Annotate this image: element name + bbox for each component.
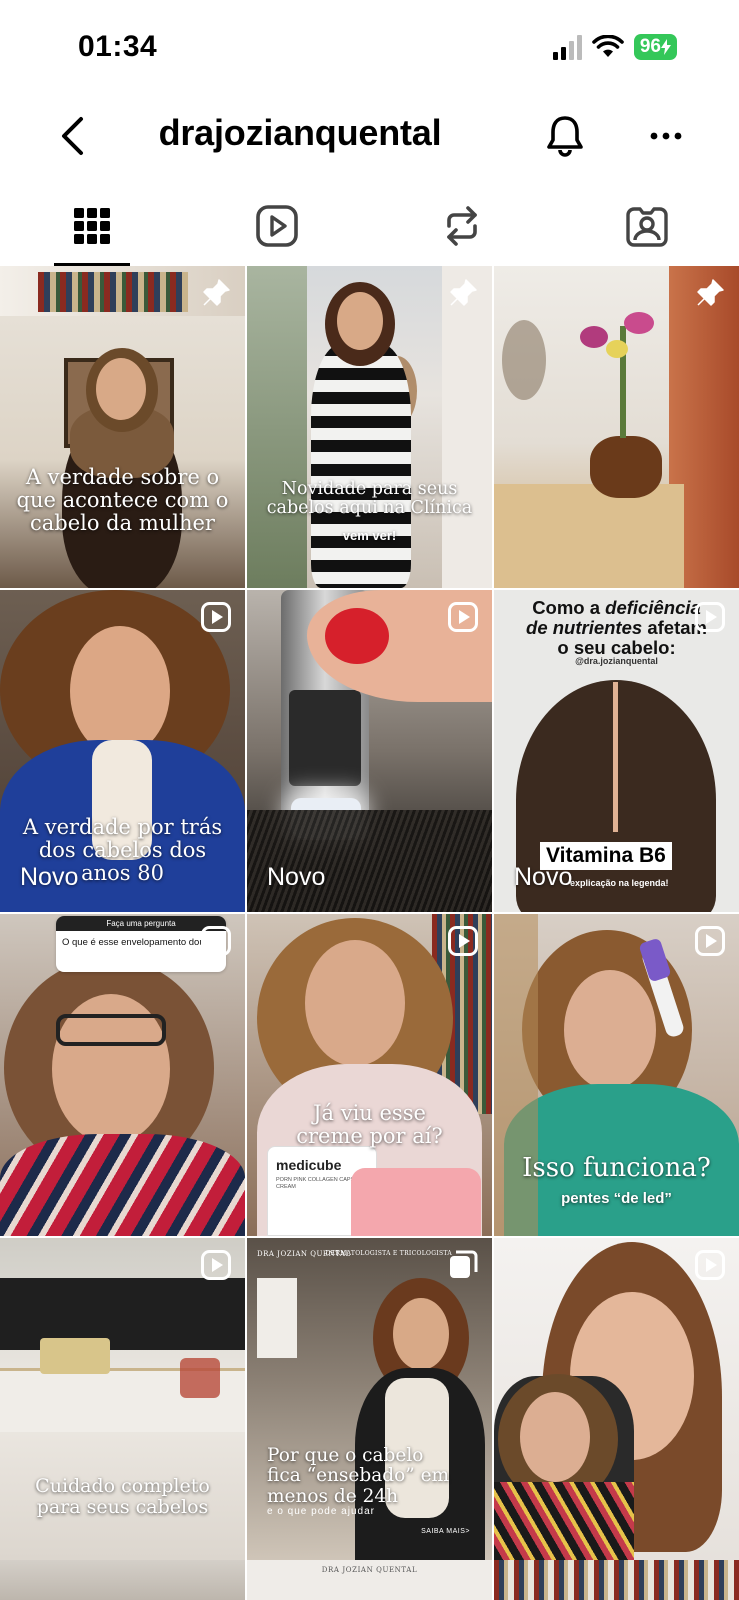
- tab-tagged[interactable]: [554, 186, 739, 266]
- post-tile[interactable]: medicube PORN PINK COLLAGEN CAPSULE CREA…: [247, 914, 492, 1236]
- tag-note: explicação na legenda!: [570, 878, 669, 888]
- reels-icon: [256, 205, 298, 247]
- post-tile[interactable]: Novo: [247, 590, 492, 912]
- post-tile[interactable]: Faça uma pergunta O que é esse envelopam…: [0, 914, 245, 1236]
- wifi-icon: [592, 35, 624, 57]
- brand-text: DRA JOZIAN QUENTAL: [321, 1566, 418, 1574]
- post-caption: Isso funciona?: [522, 1153, 711, 1183]
- posts-grid: A verdade sobre o que acontece com o cab…: [0, 266, 739, 1560]
- status-time: 01:34: [78, 30, 158, 63]
- reel-play-icon: [448, 926, 478, 956]
- next-row-peek: DRA JOZIAN QUENTAL: [0, 1560, 739, 1600]
- profile-header: drajozianquental: [0, 100, 739, 176]
- reel-play-icon: [201, 602, 231, 632]
- new-label: Novo: [514, 863, 573, 891]
- more-options-button[interactable]: [644, 112, 688, 160]
- reel-play-icon: [695, 926, 725, 956]
- reel-play-icon: [695, 602, 725, 632]
- tab-reposts[interactable]: [370, 186, 555, 266]
- post-handle: @dra.jozianquental: [575, 656, 658, 666]
- post-caption: Já viu esse creme por aí?: [296, 1101, 443, 1149]
- post-tile-partial[interactable]: [494, 1560, 739, 1600]
- tagged-icon: [625, 207, 668, 247]
- post-subcaption: vem ver!: [342, 528, 397, 543]
- reel-play-icon: [695, 1250, 725, 1280]
- status-icons: 96: [552, 34, 677, 60]
- post-caption: Novidade para seus cabelos aqui na Clíni…: [266, 479, 473, 519]
- reel-play-icon: [201, 926, 231, 956]
- new-label: Novo: [20, 863, 79, 891]
- pin-icon: [697, 279, 724, 306]
- post-tile[interactable]: [494, 266, 739, 588]
- cellular-signal-icon: [552, 34, 582, 60]
- notifications-button[interactable]: [542, 112, 588, 160]
- post-caption: Por que o cabelo fica “ensebado” em meno…: [267, 1445, 450, 1507]
- bell-icon: [547, 116, 583, 157]
- post-tile[interactable]: Novidade para seus cabelos aqui na Clíni…: [247, 266, 492, 588]
- post-tile[interactable]: DRA JOZIAN QUENTAL DERMATOLOGISTA E TRIC…: [247, 1238, 492, 1560]
- post-tile-partial[interactable]: DRA JOZIAN QUENTAL: [247, 1560, 492, 1600]
- status-bar: 01:34 96: [0, 0, 739, 96]
- tab-reels[interactable]: [185, 186, 370, 266]
- grid-icon: [74, 208, 111, 244]
- post-caption: A verdade sobre o que acontece com o cab…: [16, 465, 229, 536]
- post-subcaption: e o que pode ajudar: [267, 1506, 375, 1517]
- post-tile[interactable]: Isso funciona? pentes “de led”: [494, 914, 739, 1236]
- post-tile[interactable]: A verdade por trás dos cabelos dos anos …: [0, 590, 245, 912]
- profile-username: drajozianquental: [158, 112, 442, 153]
- pin-icon: [450, 279, 477, 306]
- charging-bolt-icon: [661, 39, 671, 55]
- brand-right: DERMATOLOGISTA E TRICOLOGISTA: [325, 1250, 452, 1257]
- post-tile-partial[interactable]: [0, 1560, 245, 1600]
- post-caption: Cuidado completo para seus cabelos: [35, 1475, 210, 1518]
- post-subcaption: pentes “de led”: [561, 1190, 672, 1207]
- post-tile[interactable]: [494, 1238, 739, 1560]
- reel-play-icon: [201, 1250, 231, 1280]
- battery-level: 96: [639, 36, 661, 57]
- tab-posts-grid[interactable]: [0, 186, 185, 266]
- repost-icon: [447, 206, 477, 246]
- multi-photo-icon: [450, 1250, 478, 1278]
- battery-indicator: 96: [633, 34, 677, 60]
- saiba-mais-link: SAIBA MAIS>: [421, 1528, 470, 1535]
- post-tile[interactable]: A verdade sobre o que acontece com o cab…: [0, 266, 245, 588]
- post-tile[interactable]: Como a deficiência de nutrientes afetam …: [494, 590, 739, 912]
- more-horizontal-icon: [650, 132, 682, 140]
- pin-icon: [203, 279, 230, 306]
- new-label: Novo: [267, 863, 326, 891]
- profile-tabs: [0, 186, 739, 266]
- reel-play-icon: [448, 602, 478, 632]
- post-tile[interactable]: Cuidado completo para seus cabelos: [0, 1238, 245, 1560]
